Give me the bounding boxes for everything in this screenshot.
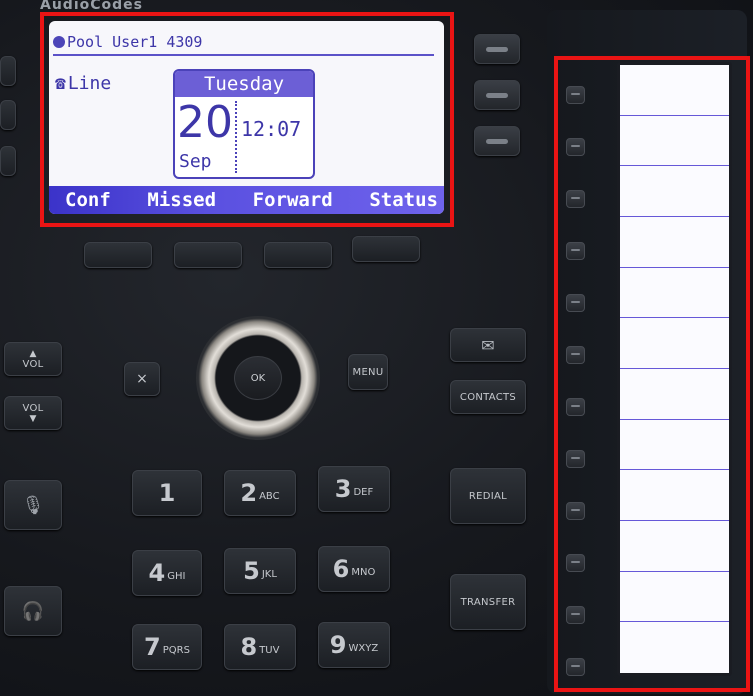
contacts-button[interactable]: CONTACTS [450, 380, 526, 414]
expansion-highlight-box [554, 56, 750, 692]
menu-label: MENU [352, 366, 384, 378]
envelope-icon: ✉ [481, 335, 495, 355]
soft-button-1[interactable] [84, 242, 152, 268]
redial-button[interactable]: REDIAL [450, 468, 526, 524]
soft-button-2[interactable] [174, 242, 242, 268]
key-digit: 9 [329, 631, 347, 659]
volume-up-button[interactable]: ▲ VOL [4, 342, 62, 376]
side-key-1[interactable] [0, 56, 16, 86]
keypad-5[interactable]: 5 JKL [224, 548, 296, 594]
keypad-2[interactable]: 2 ABC [224, 470, 296, 516]
key-letters: ABC [259, 490, 280, 502]
down-arrow-icon: ▼ [29, 413, 37, 424]
ok-button[interactable]: OK [234, 356, 282, 400]
keypad-6[interactable]: 6 MNO [318, 546, 390, 592]
side-key-2[interactable] [0, 100, 16, 130]
ip-phone: AudioCodes Pool User1 4309 ☎ Line Tuesday… [0, 0, 753, 696]
up-arrow-icon: ▲ [29, 348, 37, 359]
vol-down-label: VOL [22, 402, 44, 414]
transfer-label: TRANSFER [460, 596, 516, 608]
messages-button[interactable]: ✉ [450, 328, 526, 362]
key-digit: 1 [158, 479, 176, 507]
keypad-7[interactable]: 7 PQRS [132, 624, 202, 670]
muted-mic-icon: 🎙 [21, 494, 45, 516]
key-digit: 3 [334, 475, 352, 503]
menu-button[interactable]: MENU [348, 354, 388, 390]
headset-button[interactable]: 🎧 [4, 586, 62, 636]
vol-up-label: VOL [22, 358, 44, 370]
brand-logo: AudioCodes [40, 0, 143, 10]
redial-label: REDIAL [468, 490, 508, 502]
line-key-3[interactable] [474, 126, 520, 156]
keypad-9[interactable]: 9 WXYZ [318, 622, 390, 668]
contacts-label: CONTACTS [459, 391, 517, 403]
headset-icon: 🎧 [21, 600, 45, 622]
key-letters: TUV [259, 644, 280, 656]
keypad-1[interactable]: 1 [132, 470, 202, 516]
transfer-button[interactable]: TRANSFER [450, 574, 526, 630]
key-digit: 7 [144, 633, 161, 661]
cancel-x-icon: × [136, 371, 148, 387]
key-letters: JKL [261, 568, 277, 580]
keypad-4[interactable]: 4 GHI [132, 550, 202, 596]
cancel-button[interactable]: × [124, 362, 160, 396]
line-key-2[interactable] [474, 80, 520, 110]
key-digit: 8 [240, 633, 258, 661]
lcd-highlight-box [40, 12, 454, 227]
keypad-3[interactable]: 3 DEF [318, 466, 390, 512]
key-letters: WXYZ [348, 642, 379, 654]
side-key-3[interactable] [0, 146, 16, 176]
line-key-1[interactable] [474, 34, 520, 64]
volume-down-button[interactable]: VOL ▼ [4, 396, 62, 430]
key-letters: PQRS [162, 644, 190, 656]
key-letters: MNO [351, 566, 376, 578]
keypad-8[interactable]: 8 TUV [224, 624, 296, 670]
soft-button-4[interactable] [352, 236, 420, 262]
soft-button-3[interactable] [264, 242, 332, 268]
ok-label: OK [250, 372, 266, 384]
key-letters: DEF [353, 486, 374, 498]
key-digit: 5 [243, 557, 260, 585]
key-digit: 4 [148, 559, 166, 587]
mute-button[interactable]: 🎙 [4, 480, 62, 530]
key-digit: 2 [240, 479, 258, 507]
key-letters: GHI [167, 570, 186, 582]
key-digit: 6 [332, 555, 350, 583]
